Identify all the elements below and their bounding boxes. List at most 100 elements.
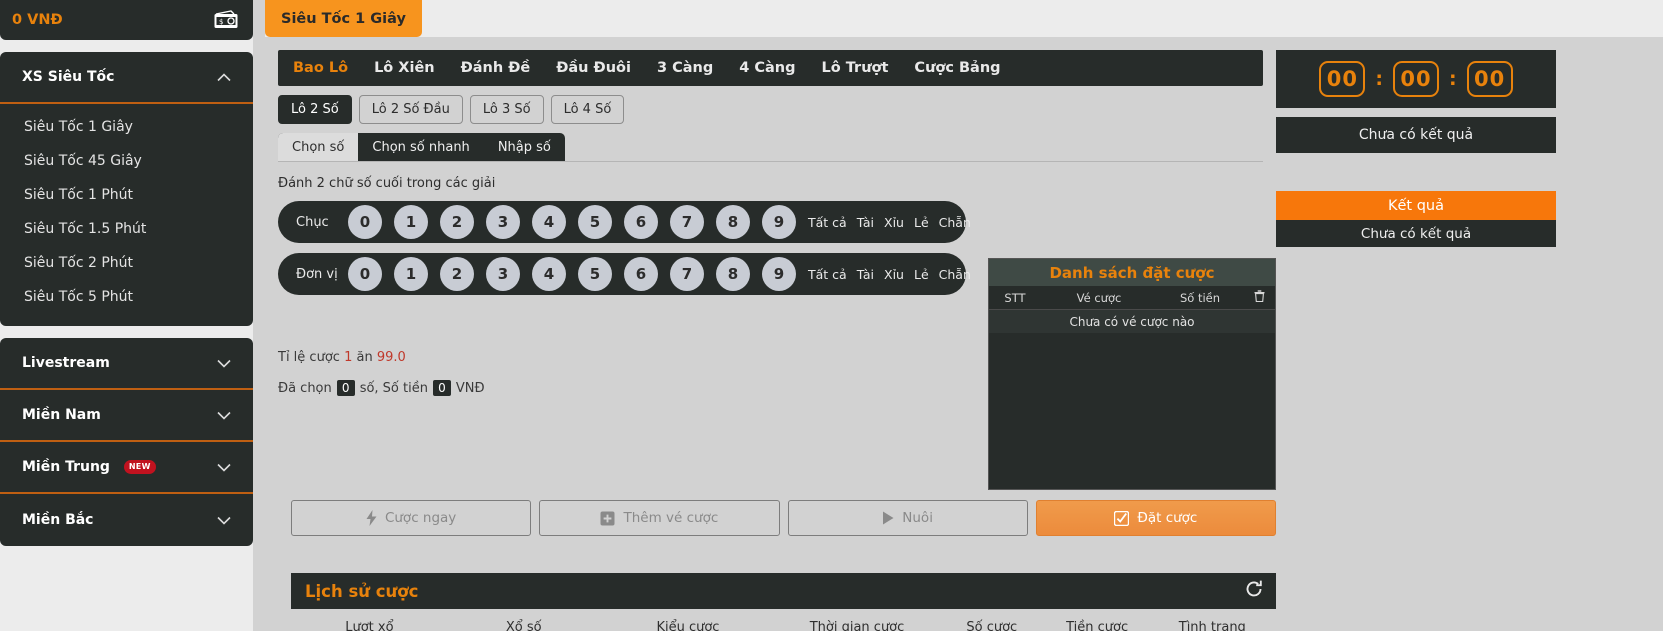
sidebar-item-sieu-toc-45-giay[interactable]: Siêu Tốc 45 Giây [0, 144, 253, 178]
chevron-down-icon[interactable] [217, 516, 231, 525]
bet-history-section: Lịch sử cược Lượt xổ Xổ số Kiểu cược Thờ… [291, 573, 1276, 631]
subtab-lo-3-so[interactable]: Lô 3 Số [469, 95, 544, 124]
sidebar-collapsed-groups: Livestream Miền Nam Miền Trung NEW Miền … [0, 338, 253, 546]
digit-ball-chuc-7[interactable]: 7 [670, 205, 704, 239]
digit-ball-donvi-8[interactable]: 8 [716, 257, 750, 291]
digit-ball-donvi-3[interactable]: 3 [486, 257, 520, 291]
trash-icon[interactable] [1243, 290, 1275, 305]
place-bet-label: Đặt cược [1137, 510, 1198, 526]
bet-history-column-row: Lượt xổ Xổ số Kiểu cược Thời gian cược S… [291, 609, 1276, 631]
digit-ball-donvi-9[interactable]: 9 [762, 257, 796, 291]
digit-ball-donvi-5[interactable]: 5 [578, 257, 612, 291]
bet-list-header-row: STT Vé cược Số tiền [989, 286, 1275, 310]
bet-type-lo-xien[interactable]: Lô Xiên [374, 60, 435, 76]
bet-list-title: Danh sách đặt cược [989, 259, 1275, 286]
digit-ball-chuc-4[interactable]: 4 [532, 205, 566, 239]
nuoi-button[interactable]: Nuôi [787, 500, 1028, 536]
digit-ball-chuc-1[interactable]: 1 [394, 205, 428, 239]
quick-select-chuc-chan[interactable]: Chẵn [939, 215, 971, 230]
sidebar-group-mien-nam[interactable]: Miền Nam [0, 390, 253, 442]
tab-sieu-toc-1-giay[interactable]: Siêu Tốc 1 Giây [265, 0, 422, 37]
sidebar-item-sieu-toc-1-giay[interactable]: Siêu Tốc 1 Giây [0, 110, 253, 144]
history-col-tien-cuoc: Tiền cược [1066, 619, 1129, 631]
subtab-lo-4-so[interactable]: Lô 4 Số [550, 95, 625, 124]
bolt-icon [366, 510, 377, 526]
bet-now-button[interactable]: Cược ngay [291, 500, 532, 536]
plus-square-icon [600, 511, 615, 526]
bet-type-4-cang[interactable]: 4 Càng [739, 60, 795, 76]
chevron-down-icon[interactable] [217, 411, 231, 420]
bet-type-danh-de[interactable]: Đánh Đề [461, 60, 531, 76]
digit-ball-chuc-6[interactable]: 6 [624, 205, 658, 239]
sidebar-group-livestream[interactable]: Livestream [0, 338, 253, 390]
bet-history-header: Lịch sử cược [291, 573, 1276, 609]
timer-minutes: 00 [1393, 61, 1439, 97]
quick-select-chuc-le[interactable]: Lẻ [914, 215, 929, 230]
quick-select-donvi-le[interactable]: Lẻ [914, 267, 929, 282]
place-bet-button[interactable]: Đặt cược [1035, 500, 1276, 536]
history-col-thoi-gian-cuoc: Thời gian cược [809, 619, 905, 631]
sidebar-item-sieu-toc-5-phut[interactable]: Siêu Tốc 5 Phút [0, 280, 253, 314]
sidebar-group-label: Miền Nam [22, 407, 101, 423]
chevron-down-icon[interactable] [217, 463, 231, 472]
refresh-icon[interactable] [1244, 579, 1264, 603]
quick-select-chuc-tat-ca[interactable]: Tất cả [808, 215, 847, 230]
sidebar-group-mien-bac[interactable]: Miền Bắc [0, 494, 253, 546]
quick-select-donvi-tai[interactable]: Tài [857, 267, 874, 282]
digit-ball-donvi-1[interactable]: 1 [394, 257, 428, 291]
bet-type-lo-truot[interactable]: Lô Trượt [822, 60, 889, 76]
result-header[interactable]: Kết quả [1276, 191, 1556, 220]
digit-ball-donvi-6[interactable]: 6 [624, 257, 658, 291]
quick-select-donvi-tat-ca[interactable]: Tất cả [808, 267, 847, 282]
no-result-banner: Chưa có kết quả [1276, 117, 1556, 153]
quick-select-chuc-tai[interactable]: Tài [857, 215, 874, 230]
mode-tab-nhap-so[interactable]: Nhập số [484, 133, 565, 161]
digit-ball-donvi-7[interactable]: 7 [670, 257, 704, 291]
right-column: 00 : 00 : 00 Chưa có kết quả Kết quả Chư… [1276, 50, 1556, 247]
digit-ball-chuc-9[interactable]: 9 [762, 205, 796, 239]
bet-list-col-so-tien: Số tiền [1179, 290, 1221, 305]
bet-type-bao-lo[interactable]: Bao Lô [293, 60, 348, 76]
quick-select-donvi-xiu[interactable]: Xỉu [884, 267, 904, 282]
check-square-icon [1114, 510, 1130, 526]
digit-ball-chuc-3[interactable]: 3 [486, 205, 520, 239]
digit-ball-chuc-0[interactable]: 0 [348, 205, 382, 239]
digit-ball-chuc-2[interactable]: 2 [440, 205, 474, 239]
subtab-lo-2-so-dau[interactable]: Lô 2 Số Đầu [358, 95, 463, 124]
mode-tab-chon-so[interactable]: Chọn số [278, 133, 359, 161]
sidebar: 0 VNĐ $ XS Siêu Tốc Siêu Tốc 1 Giây Siêu… [0, 0, 253, 631]
chevron-down-icon[interactable] [217, 359, 231, 368]
sidebar-item-sieu-toc-2-phut[interactable]: Siêu Tốc 2 Phút [0, 246, 253, 280]
digit-ball-donvi-4[interactable]: 4 [532, 257, 566, 291]
chosen-currency: VNĐ [455, 381, 485, 396]
bet-history-title: Lịch sử cược [305, 581, 419, 601]
bet-type-dau-duoi[interactable]: Đầu Đuôi [556, 60, 631, 76]
add-ticket-button[interactable]: Thêm vé cược [539, 500, 780, 536]
quick-select-chuc-xiu[interactable]: Xỉu [884, 215, 904, 230]
bet-list-empty-row: Chưa có vé cược nào [989, 310, 1275, 333]
wallet-icon[interactable]: $ [213, 10, 239, 30]
digit-ball-donvi-2[interactable]: 2 [440, 257, 474, 291]
sidebar-item-sieu-toc-1-phut[interactable]: Siêu Tốc 1 Phút [0, 178, 253, 212]
number-row-don-vi: Đơn vị 0 1 2 3 4 5 6 7 8 9 Tất cả Tài Xỉ… [278, 253, 971, 295]
panel-header-xs-sieu-toc[interactable]: XS Siêu Tốc [0, 52, 253, 104]
digit-ball-chuc-5[interactable]: 5 [578, 205, 612, 239]
subtab-lo-2-so[interactable]: Lô 2 Số [278, 95, 352, 124]
bet-ratio-payout: 99.0 [376, 350, 406, 365]
balance-amount: 0 VNĐ [12, 12, 63, 28]
quick-select-donvi-chan[interactable]: Chẵn [939, 267, 971, 282]
nuoi-label: Nuôi [902, 510, 933, 526]
number-row-label: Đơn vị [296, 266, 338, 282]
sidebar-group-mien-trung[interactable]: Miền Trung NEW [0, 442, 253, 494]
bet-ratio-line: Tỉ lệ cược 1 ăn 99.0 [278, 350, 485, 365]
bet-type-cuoc-bang[interactable]: Cược Bảng [914, 60, 1000, 76]
chevron-up-icon[interactable] [217, 72, 231, 82]
digit-ball-chuc-8[interactable]: 8 [716, 205, 750, 239]
bet-type-3-cang[interactable]: 3 Càng [657, 60, 713, 76]
sidebar-item-sieu-toc-1-5-phut[interactable]: Siêu Tốc 1.5 Phút [0, 212, 253, 246]
sidebar-group-label: Miền Bắc [22, 512, 94, 528]
mode-tab-chon-so-nhanh[interactable]: Chọn số nhanh [358, 133, 483, 161]
history-col-luot-xo: Lượt xổ [345, 619, 394, 631]
subtab-row: Lô 2 Số Lô 2 Số Đầu Lô 3 Số Lô 4 Số [278, 95, 1263, 124]
digit-ball-donvi-0[interactable]: 0 [348, 257, 382, 291]
